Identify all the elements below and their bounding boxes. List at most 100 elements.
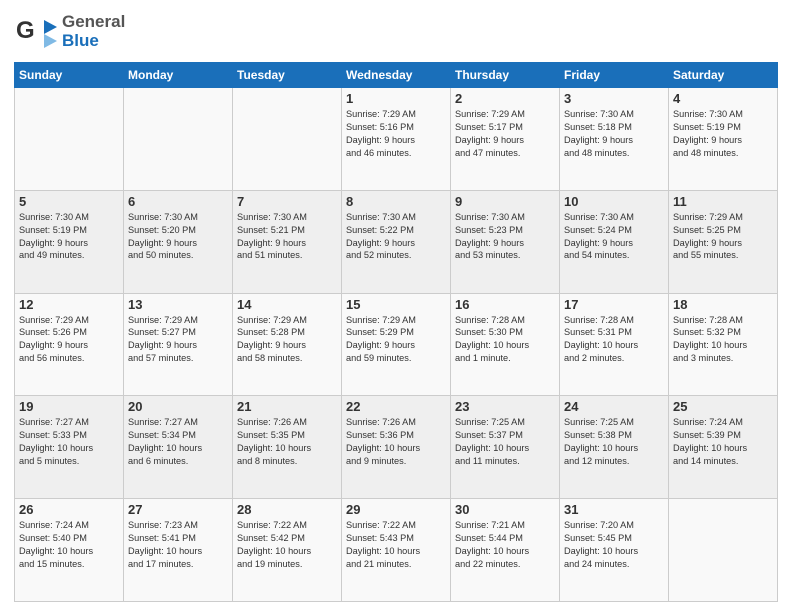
day-number: 8: [346, 194, 446, 209]
day-info: Sunrise: 7:29 AM Sunset: 5:26 PM Dayligh…: [19, 314, 119, 366]
day-number: 23: [455, 399, 555, 414]
calendar-cell: [15, 88, 124, 191]
weekday-header-sunday: Sunday: [15, 63, 124, 88]
day-info: Sunrise: 7:25 AM Sunset: 5:38 PM Dayligh…: [564, 416, 664, 468]
day-number: 24: [564, 399, 664, 414]
calendar-cell: 17 Sunrise: 7:28 AM Sunset: 5:31 PM Dayli…: [560, 293, 669, 396]
calendar-cell: 26 Sunrise: 7:24 AM Sunset: 5:40 PM Dayli…: [15, 499, 124, 602]
calendar-cell: 16 Sunrise: 7:28 AM Sunset: 5:30 PM Dayli…: [451, 293, 560, 396]
day-info: Sunrise: 7:29 AM Sunset: 5:17 PM Dayligh…: [455, 108, 555, 160]
calendar-cell: 2 Sunrise: 7:29 AM Sunset: 5:17 PM Daylig…: [451, 88, 560, 191]
calendar-cell: 27Sunrise: 7:23 AM Sunset: 5:41 PM Dayli…: [124, 499, 233, 602]
calendar-cell: 1 Sunrise: 7:29 AM Sunset: 5:16 PM Daylig…: [342, 88, 451, 191]
calendar-cell: [233, 88, 342, 191]
week-row-2: 5Sunrise: 7:30 AM Sunset: 5:19 PM Daylig…: [15, 190, 778, 293]
day-info: Sunrise: 7:30 AM Sunset: 5:21 PM Dayligh…: [237, 211, 337, 263]
day-number: 21: [237, 399, 337, 414]
weekday-header-tuesday: Tuesday: [233, 63, 342, 88]
day-info: Sunrise: 7:20 AM Sunset: 5:45 PM Dayligh…: [564, 519, 664, 571]
calendar-cell: 24 Sunrise: 7:25 AM Sunset: 5:38 PM Dayli…: [560, 396, 669, 499]
day-number: 25: [673, 399, 773, 414]
day-number: 18: [673, 297, 773, 312]
day-info: Sunrise: 7:22 AM Sunset: 5:43 PM Dayligh…: [346, 519, 446, 571]
day-info: Sunrise: 7:25 AM Sunset: 5:37 PM Dayligh…: [455, 416, 555, 468]
day-info: Sunrise: 7:23 AM Sunset: 5:41 PM Dayligh…: [128, 519, 228, 571]
weekday-header-thursday: Thursday: [451, 63, 560, 88]
day-number: 4: [673, 91, 773, 106]
week-row-1: 1 Sunrise: 7:29 AM Sunset: 5:16 PM Daylig…: [15, 88, 778, 191]
day-info: Sunrise: 7:26 AM Sunset: 5:36 PM Dayligh…: [346, 416, 446, 468]
day-number: 2: [455, 91, 555, 106]
calendar-table: SundayMondayTuesdayWednesdayThursdayFrid…: [14, 62, 778, 602]
calendar-cell: 18 Sunrise: 7:28 AM Sunset: 5:32 PM Dayli…: [669, 293, 778, 396]
day-number: 19: [19, 399, 119, 414]
day-info: Sunrise: 7:24 AM Sunset: 5:40 PM Dayligh…: [19, 519, 119, 571]
day-info: Sunrise: 7:29 AM Sunset: 5:27 PM Dayligh…: [128, 314, 228, 366]
weekday-header-saturday: Saturday: [669, 63, 778, 88]
day-number: 17: [564, 297, 664, 312]
calendar-cell: 21 Sunrise: 7:26 AM Sunset: 5:35 PM Dayli…: [233, 396, 342, 499]
calendar-cell: 5Sunrise: 7:30 AM Sunset: 5:19 PM Daylig…: [15, 190, 124, 293]
day-number: 30: [455, 502, 555, 517]
day-info: Sunrise: 7:24 AM Sunset: 5:39 PM Dayligh…: [673, 416, 773, 468]
week-row-5: 26 Sunrise: 7:24 AM Sunset: 5:40 PM Dayli…: [15, 499, 778, 602]
week-row-4: 19 Sunrise: 7:27 AM Sunset: 5:33 PM Dayli…: [15, 396, 778, 499]
calendar-cell: 6Sunrise: 7:30 AM Sunset: 5:20 PM Daylig…: [124, 190, 233, 293]
day-info: Sunrise: 7:30 AM Sunset: 5:22 PM Dayligh…: [346, 211, 446, 263]
week-row-3: 12 Sunrise: 7:29 AM Sunset: 5:26 PM Dayli…: [15, 293, 778, 396]
day-info: Sunrise: 7:29 AM Sunset: 5:16 PM Dayligh…: [346, 108, 446, 160]
day-info: Sunrise: 7:29 AM Sunset: 5:28 PM Dayligh…: [237, 314, 337, 366]
day-number: 10: [564, 194, 664, 209]
day-number: 3: [564, 91, 664, 106]
day-number: 14: [237, 297, 337, 312]
weekday-header-wednesday: Wednesday: [342, 63, 451, 88]
calendar-cell: [669, 499, 778, 602]
calendar-cell: 7Sunrise: 7:30 AM Sunset: 5:21 PM Daylig…: [233, 190, 342, 293]
day-number: 6: [128, 194, 228, 209]
day-number: 20: [128, 399, 228, 414]
logo: G General Blue: [14, 10, 125, 54]
weekday-header-monday: Monday: [124, 63, 233, 88]
calendar-cell: 19 Sunrise: 7:27 AM Sunset: 5:33 PM Dayli…: [15, 396, 124, 499]
header: G General Blue: [14, 10, 778, 54]
day-number: 15: [346, 297, 446, 312]
day-info: Sunrise: 7:30 AM Sunset: 5:19 PM Dayligh…: [19, 211, 119, 263]
day-info: Sunrise: 7:30 AM Sunset: 5:19 PM Dayligh…: [673, 108, 773, 160]
logo-icon: G: [14, 10, 58, 54]
calendar-cell: 30Sunrise: 7:21 AM Sunset: 5:44 PM Dayli…: [451, 499, 560, 602]
calendar-cell: 10 Sunrise: 7:30 AM Sunset: 5:24 PM Dayli…: [560, 190, 669, 293]
day-number: 12: [19, 297, 119, 312]
calendar-cell: 28 Sunrise: 7:22 AM Sunset: 5:42 PM Dayli…: [233, 499, 342, 602]
weekday-header-friday: Friday: [560, 63, 669, 88]
day-number: 13: [128, 297, 228, 312]
day-number: 26: [19, 502, 119, 517]
day-info: Sunrise: 7:30 AM Sunset: 5:18 PM Dayligh…: [564, 108, 664, 160]
logo-blue: Blue: [62, 32, 125, 51]
day-info: Sunrise: 7:28 AM Sunset: 5:30 PM Dayligh…: [455, 314, 555, 366]
calendar-cell: 14 Sunrise: 7:29 AM Sunset: 5:28 PM Dayli…: [233, 293, 342, 396]
svg-text:G: G: [16, 17, 35, 44]
day-number: 31: [564, 502, 664, 517]
day-info: Sunrise: 7:28 AM Sunset: 5:32 PM Dayligh…: [673, 314, 773, 366]
day-info: Sunrise: 7:28 AM Sunset: 5:31 PM Dayligh…: [564, 314, 664, 366]
calendar-cell: 13 Sunrise: 7:29 AM Sunset: 5:27 PM Dayli…: [124, 293, 233, 396]
day-info: Sunrise: 7:30 AM Sunset: 5:24 PM Dayligh…: [564, 211, 664, 263]
calendar-cell: 9Sunrise: 7:30 AM Sunset: 5:23 PM Daylig…: [451, 190, 560, 293]
day-number: 28: [237, 502, 337, 517]
day-number: 16: [455, 297, 555, 312]
calendar-cell: 8 Sunrise: 7:30 AM Sunset: 5:22 PM Daylig…: [342, 190, 451, 293]
calendar-page: G General Blue SundayMondayTuesdayWednes…: [0, 0, 792, 612]
day-number: 11: [673, 194, 773, 209]
day-number: 29: [346, 502, 446, 517]
calendar-cell: 31 Sunrise: 7:20 AM Sunset: 5:45 PM Dayli…: [560, 499, 669, 602]
calendar-cell: 29 Sunrise: 7:22 AM Sunset: 5:43 PM Dayli…: [342, 499, 451, 602]
calendar-cell: 23 Sunrise: 7:25 AM Sunset: 5:37 PM Dayli…: [451, 396, 560, 499]
day-info: Sunrise: 7:26 AM Sunset: 5:35 PM Dayligh…: [237, 416, 337, 468]
calendar-cell: 15Sunrise: 7:29 AM Sunset: 5:29 PM Dayli…: [342, 293, 451, 396]
day-info: Sunrise: 7:27 AM Sunset: 5:33 PM Dayligh…: [19, 416, 119, 468]
day-number: 9: [455, 194, 555, 209]
day-number: 1: [346, 91, 446, 106]
calendar-cell: 4 Sunrise: 7:30 AM Sunset: 5:19 PM Daylig…: [669, 88, 778, 191]
calendar-cell: 20Sunrise: 7:27 AM Sunset: 5:34 PM Dayli…: [124, 396, 233, 499]
day-info: Sunrise: 7:22 AM Sunset: 5:42 PM Dayligh…: [237, 519, 337, 571]
